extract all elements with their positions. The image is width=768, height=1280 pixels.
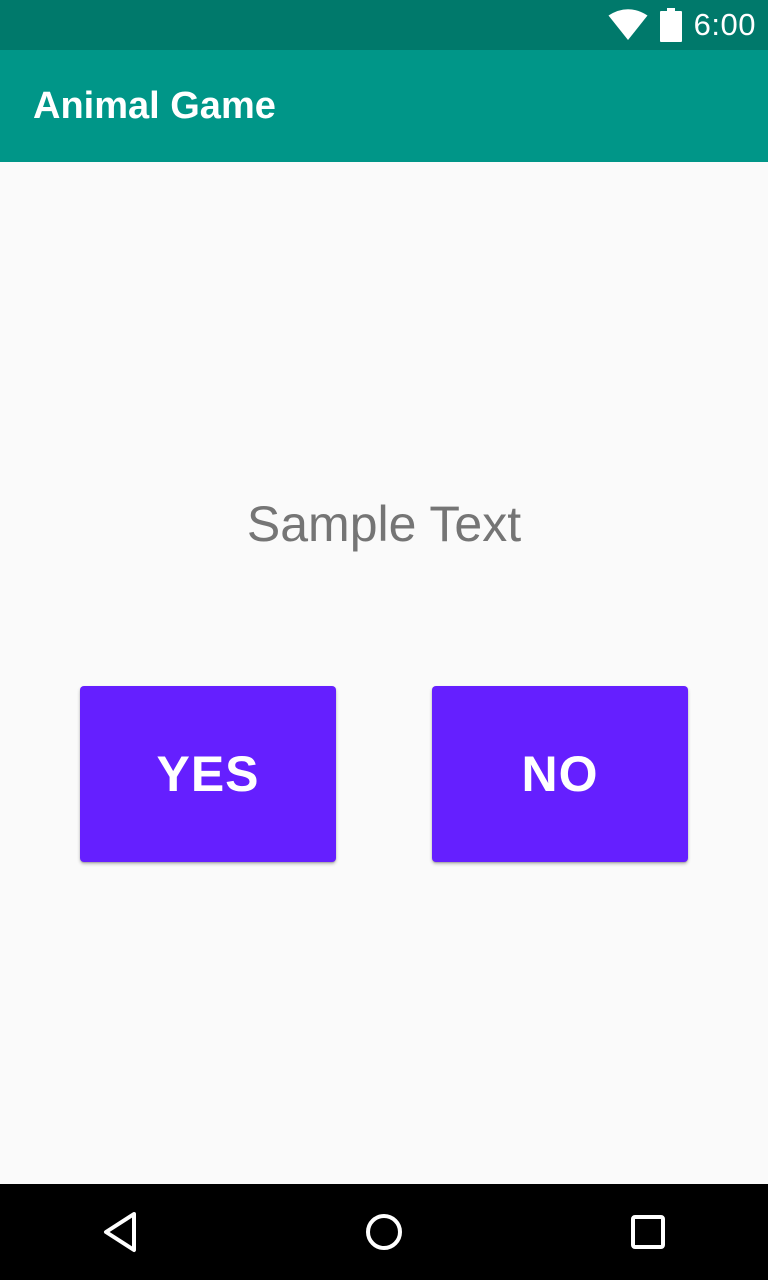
battery-icon [659,8,682,42]
main-content: Sample Text YES NO [0,162,768,1184]
no-button[interactable]: NO [432,686,688,862]
yes-button[interactable]: YES [80,686,336,862]
recent-apps-icon[interactable] [624,1208,672,1256]
wifi-icon [608,9,648,41]
navigation-bar [0,1184,768,1280]
app-title: Animal Game [33,85,276,127]
status-icons: 6:00 [608,0,756,50]
home-icon[interactable] [360,1208,408,1256]
status-bar: 6:00 [0,0,768,50]
back-icon[interactable] [96,1208,144,1256]
app-bar: Animal Game [0,50,768,162]
status-time: 6:00 [693,7,756,42]
prompt-text: Sample Text [246,496,522,552]
